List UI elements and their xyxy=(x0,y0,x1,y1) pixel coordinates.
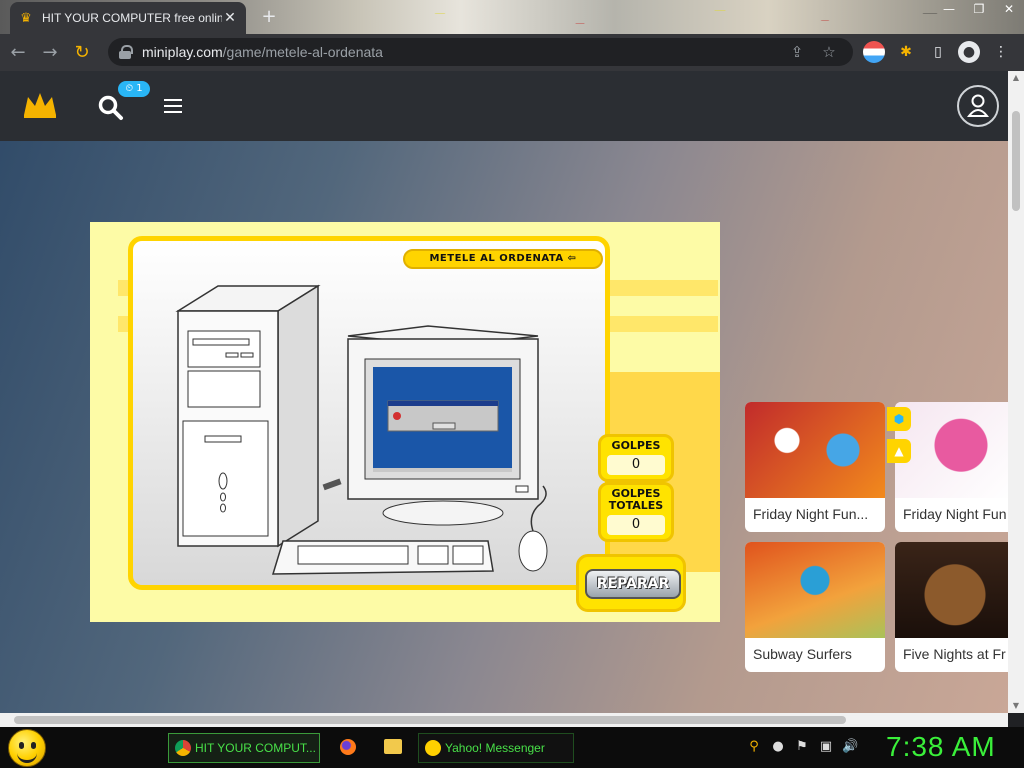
share-icon[interactable]: ⇪ xyxy=(788,43,806,61)
yahoo-smiley-icon xyxy=(425,740,441,756)
vertical-scrollbar[interactable]: ▲ ▼ xyxy=(1008,71,1024,713)
horizontal-scroll-thumb[interactable] xyxy=(14,716,846,724)
user-glyph-icon xyxy=(966,94,990,117)
close-window-button[interactable]: ✕ xyxy=(994,0,1024,18)
up-float-icon[interactable]: ▲ xyxy=(887,439,911,463)
browser-tab[interactable]: ♛ HIT YOUR COMPUTER free onlin ✕ xyxy=(10,2,246,34)
flag-tray-icon[interactable]: ⚑ xyxy=(794,739,810,755)
game-title: METELE AL ORDENATA ⇦ xyxy=(403,249,603,269)
history-badge[interactable]: ⏲ 1 xyxy=(118,81,150,97)
game-card[interactable]: Five Nights at Fr xyxy=(895,542,1008,672)
new-tab-button[interactable]: + xyxy=(258,6,280,28)
vertical-scroll-thumb[interactable] xyxy=(1012,111,1020,211)
side-panel-icon[interactable]: ▯ xyxy=(927,41,949,63)
wrench-icon: REPARAR xyxy=(585,569,681,599)
more-menu-icon[interactable]: ⋮ xyxy=(990,41,1012,63)
crown-icon[interactable] xyxy=(22,91,58,119)
window-controls: — ❐ ✕ xyxy=(934,0,1024,18)
close-tab-icon[interactable]: ✕ xyxy=(222,10,238,26)
task-chrome[interactable]: HIT YOUR COMPUT... xyxy=(168,733,320,763)
computer-illustration[interactable] xyxy=(133,241,603,581)
back-button[interactable]: ← xyxy=(4,39,32,67)
volume-tray-icon[interactable]: 🔊 xyxy=(842,739,858,755)
task-chrome-label: HIT YOUR COMPUT... xyxy=(195,741,316,755)
game-canvas[interactable]: METELE AL ORDENATA ⇦ xyxy=(128,236,610,590)
flag-extension-icon[interactable] xyxy=(863,41,885,63)
game-frame[interactable]: METELE AL ORDENATA ⇦ GOLPES 0 GOLPES TOT… xyxy=(90,222,720,622)
puzzle-extensions-icon[interactable]: ✱ xyxy=(895,41,917,63)
golpes-value: 0 xyxy=(607,455,665,475)
site-header: ⏲ 1 xyxy=(0,71,1008,141)
address-bar[interactable]: miniplay.com/game/metele-al-ordenata ⇪ ☆ xyxy=(108,38,853,66)
golpes-totales-label: GOLPES TOTALES xyxy=(608,487,664,512)
game-thumbnail xyxy=(895,402,1008,498)
repair-label: REPARAR xyxy=(596,576,670,592)
page-viewport: ⏲ 1 METELE AL ORDENATA ⇦ GOLPES 0 GOLPES… xyxy=(0,71,1008,713)
url-domain: miniplay.com xyxy=(142,44,223,60)
lock-icon[interactable] xyxy=(118,45,133,59)
forward-button[interactable]: → xyxy=(36,39,64,67)
taskbar-clock[interactable]: 7:38 AM xyxy=(886,731,996,763)
repair-button[interactable]: REPARAR xyxy=(576,554,686,612)
golpes-totales-value: 0 xyxy=(607,515,665,535)
game-card-title: Five Nights at Fr xyxy=(903,646,1006,662)
game-card[interactable]: Friday Night Fun xyxy=(895,402,1008,532)
search-tray-icon[interactable]: ⚲ xyxy=(746,739,762,755)
user-icon[interactable] xyxy=(957,85,999,127)
game-thumbnail xyxy=(745,402,885,498)
chrome-icon xyxy=(175,740,191,756)
scroll-up-arrow-icon[interactable]: ▲ xyxy=(1011,73,1021,83)
tab-strip: ♛ HIT YOUR COMPUTER free onlin ✕ + — ❐ ✕ xyxy=(0,0,1024,34)
restore-button[interactable]: ❐ xyxy=(964,0,994,18)
network-tray-icon[interactable]: ▣ xyxy=(818,739,834,755)
start-smiley-icon[interactable] xyxy=(8,729,46,767)
taskbar: HIT YOUR COMPUT... Yahoo! Messenger ⚲ ● … xyxy=(0,727,1024,768)
game-card-title: Friday Night Fun xyxy=(903,506,1007,522)
firefox-icon[interactable] xyxy=(340,739,356,755)
tab-title: HIT YOUR COMPUTER free onlin xyxy=(42,11,222,25)
minimize-button[interactable]: — xyxy=(934,0,964,18)
browser-toolbar: ← → ↻ miniplay.com/game/metele-al-ordena… xyxy=(0,34,1024,71)
game-card-title: Subway Surfers xyxy=(753,646,852,662)
task-yahoo[interactable]: Yahoo! Messenger xyxy=(418,733,574,763)
reload-button[interactable]: ↻ xyxy=(68,39,96,67)
golpes-totales-counter: GOLPES TOTALES 0 xyxy=(598,482,674,542)
task-yahoo-label: Yahoo! Messenger xyxy=(445,741,545,755)
game-card[interactable]: Friday Night Fun... xyxy=(745,402,885,532)
window-background-art xyxy=(300,0,1000,34)
url-text: miniplay.com/game/metele-al-ordenata xyxy=(142,44,383,60)
game-thumbnail xyxy=(895,542,1008,638)
horizontal-scrollbar[interactable] xyxy=(0,713,1008,727)
scroll-down-arrow-icon[interactable]: ▼ xyxy=(1011,701,1021,711)
status-tray-icon[interactable]: ● xyxy=(770,739,786,755)
url-path: /game/metele-al-ordenata xyxy=(222,44,383,60)
golpes-label: GOLPES xyxy=(611,439,661,452)
search-icon[interactable] xyxy=(98,95,124,121)
share-float-icon[interactable]: ⬢ xyxy=(887,407,911,431)
game-thumbnail xyxy=(745,542,885,638)
game-card[interactable]: Subway Surfers xyxy=(745,542,885,672)
folder-icon[interactable] xyxy=(384,739,402,754)
bookmark-star-icon[interactable]: ☆ xyxy=(820,43,838,61)
menu-icon[interactable] xyxy=(164,99,182,113)
game-card-title: Friday Night Fun... xyxy=(753,506,869,522)
profile-avatar-icon[interactable]: ● xyxy=(958,41,980,63)
crown-icon: ♛ xyxy=(20,10,32,26)
golpes-counter: GOLPES 0 xyxy=(598,434,674,482)
